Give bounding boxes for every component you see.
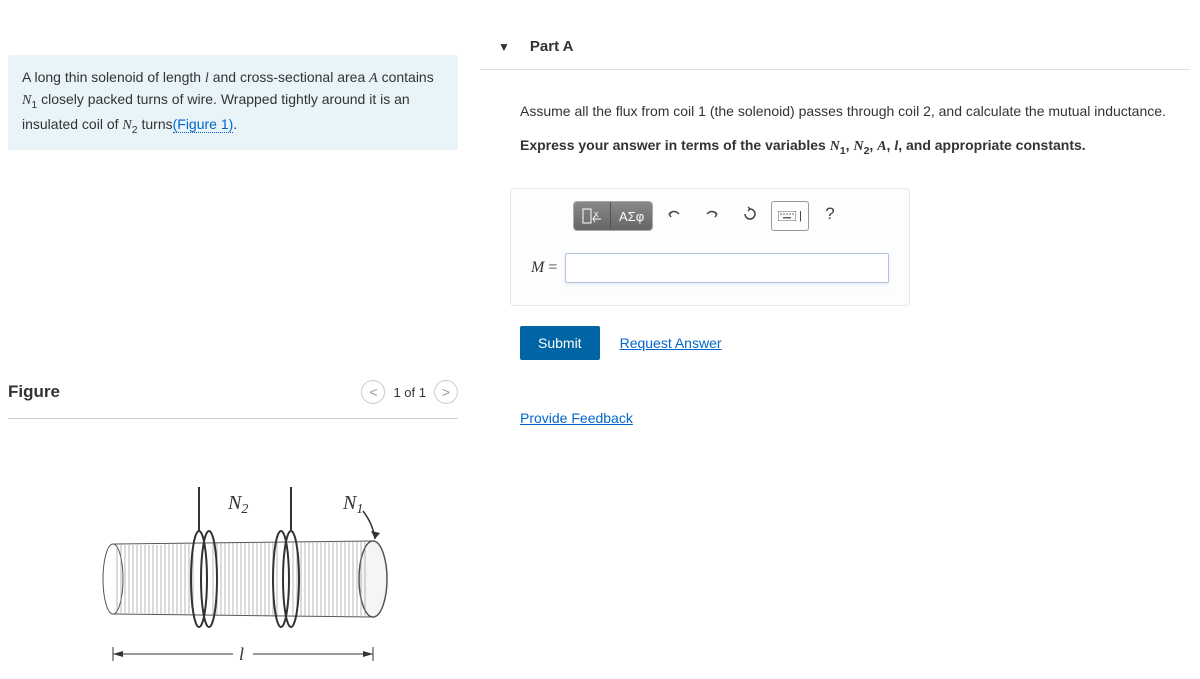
part-title: Part A xyxy=(530,38,574,55)
figure-link[interactable]: (Figure 1) xyxy=(173,116,234,133)
svg-text:N2: N2 xyxy=(227,492,248,517)
undo-icon xyxy=(666,207,682,221)
part-header[interactable]: ▼ Part A xyxy=(480,30,1190,70)
figure-prev-button[interactable]: < xyxy=(361,380,385,404)
svg-text:N1: N1 xyxy=(342,492,363,517)
svg-text:x: x xyxy=(594,209,599,219)
collapse-icon: ▼ xyxy=(498,40,510,54)
figure-pagination: < 1 of 1 > xyxy=(361,380,458,404)
instruction-format: Express your answer in terms of the vari… xyxy=(520,134,1180,161)
help-button[interactable]: ? xyxy=(816,201,844,227)
reset-button[interactable] xyxy=(736,201,764,227)
problem-statement: A long thin solenoid of length l and cro… xyxy=(8,55,458,150)
answer-input[interactable] xyxy=(565,253,889,283)
figure-title: Figure xyxy=(8,382,60,402)
symbols-tool-button[interactable]: ΑΣφ xyxy=(611,202,652,230)
templates-tool-button[interactable]: x xyxy=(574,202,611,230)
template-icon: x xyxy=(582,208,602,224)
redo-icon xyxy=(704,207,720,221)
provide-feedback-link[interactable]: Provide Feedback xyxy=(520,410,633,426)
figure-next-button[interactable]: > xyxy=(434,380,458,404)
undo-button[interactable] xyxy=(660,201,688,227)
answer-box: x ΑΣφ | ? M = xyxy=(510,188,910,306)
figure-diagram: N2 N1 l xyxy=(8,459,458,679)
submit-button[interactable]: Submit xyxy=(520,326,600,360)
reset-icon xyxy=(742,206,758,222)
svg-text:l: l xyxy=(239,644,244,664)
keyboard-icon xyxy=(778,211,796,221)
figure-page-indicator: 1 of 1 xyxy=(393,385,426,400)
request-answer-link[interactable]: Request Answer xyxy=(620,335,722,351)
keyboard-button[interactable]: | xyxy=(771,201,809,231)
equation-label: M = xyxy=(531,259,557,277)
redo-button[interactable] xyxy=(698,201,726,227)
instruction-text: Assume all the flux from coil 1 (the sol… xyxy=(520,100,1180,124)
